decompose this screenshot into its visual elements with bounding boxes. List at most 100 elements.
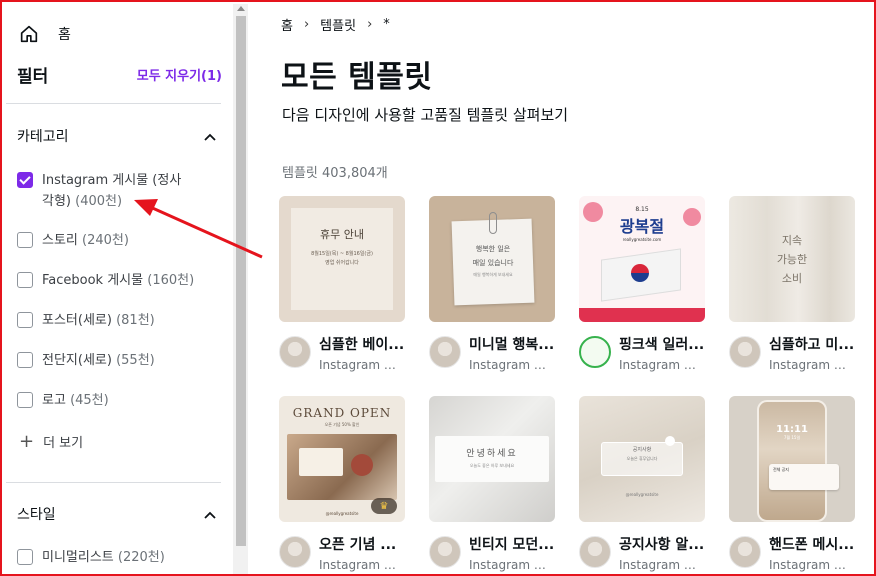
filter-sidebar: 홈 필터 모두 지우기(1) 카테고리 Instagram 게시물 (정사각형)… [4, 4, 233, 574]
divider [6, 482, 221, 483]
creator-avatar[interactable] [279, 336, 311, 368]
thumb-text: reallygreatsite.com [622, 237, 662, 242]
template-thumbnail[interactable]: 행복한 일은 매일 있습니다 매일 행복하게 보내세요 [429, 196, 555, 322]
category-option-instagram[interactable]: Instagram 게시물 (정사각형) (400천) [17, 172, 192, 212]
checkbox[interactable] [17, 549, 33, 565]
creator-avatar[interactable] [579, 336, 611, 368]
template-card[interactable]: 행복한 일은 매일 있습니다 매일 행복하게 보내세요 미니멀 행복... In… [429, 196, 555, 372]
breadcrumb-templates[interactable]: 템플릿 [320, 15, 356, 34]
style-option-minimal[interactable]: 미니멀리스트 (220천) [17, 549, 165, 568]
template-title[interactable]: 심플하고 미... [769, 334, 855, 354]
category-count: (81천) [116, 313, 155, 328]
checkbox[interactable] [17, 312, 33, 328]
thumb-text: 지속 [781, 234, 803, 247]
category-option-flyer[interactable]: 전단지(세로) (55천) [17, 352, 155, 371]
category-option-facebook[interactable]: Facebook 게시물 (160천) [17, 272, 194, 291]
template-title[interactable]: 빈티지 모던... [469, 534, 555, 554]
creator-avatar[interactable] [729, 336, 761, 368]
show-more-label: 더 보기 [43, 436, 84, 451]
page-subtitle: 다음 디자인에 사용할 고품질 템플릿 살펴보기 [282, 106, 569, 124]
category-option-story[interactable]: 스토리 (240천) [17, 232, 129, 251]
style-section-title: 스타일 [17, 507, 56, 523]
scroll-up-arrow-icon[interactable] [237, 6, 245, 11]
thumb-text: 매일 행복하게 보내세요 [473, 272, 513, 277]
creator-avatar[interactable] [279, 536, 311, 568]
template-card[interactable]: 지속 가능한 소비 심플하고 미... Instagram 게... [729, 196, 855, 372]
chevron-right-icon: › [303, 17, 310, 32]
template-card[interactable]: 8.15 광복절 reallygreatsite.com 핑크색 일러... I… [579, 196, 705, 372]
template-type: Instagram 게... [469, 358, 555, 372]
template-type: Instagram 게... [619, 558, 705, 572]
thumb-text: 영업 쉬어갑니다 [325, 260, 359, 266]
home-icon [20, 25, 38, 43]
thumb-text: 소비 [781, 272, 803, 285]
thumb-text: 매일 있습니다 [472, 259, 514, 267]
thumb-text: GRAND OPEN [292, 406, 392, 420]
category-label: 로고 [42, 393, 66, 408]
home-label: 홈 [58, 27, 71, 43]
creator-avatar[interactable] [429, 536, 461, 568]
template-thumbnail[interactable]: 안녕하세요 오늘도 좋은 하루 보내세요 [429, 396, 555, 522]
thumb-text: 휴무 안내 [320, 228, 364, 241]
creator-avatar[interactable] [729, 536, 761, 568]
style-count: (220천) [117, 550, 165, 565]
category-section-title: 카테고리 [17, 129, 69, 145]
thumb-text: 전체 공지 [773, 467, 789, 472]
checkbox[interactable] [17, 232, 33, 248]
template-type: Instagram 게... [769, 358, 855, 372]
thumb-text: @reallygreatsite [625, 492, 659, 497]
bell-icon [665, 436, 675, 446]
template-thumbnail[interactable]: 휴무 안내 8월15일(목) ~ 8월16일(금) 영업 쉬어갑니다 [279, 196, 405, 322]
chevron-up-icon[interactable] [202, 129, 218, 145]
creator-avatar[interactable] [579, 536, 611, 568]
template-card[interactable]: 휴무 안내 8월15일(목) ~ 8월16일(금) 영업 쉬어갑니다 심플한 베… [279, 196, 405, 372]
checkbox[interactable] [17, 392, 33, 408]
checkbox-checked[interactable] [17, 172, 33, 188]
template-thumbnail[interactable]: 지속 가능한 소비 [729, 196, 855, 322]
template-title[interactable]: 오픈 기념 ... [319, 534, 405, 554]
chevron-right-icon: › [367, 17, 373, 32]
breadcrumb-home[interactable]: 홈 [281, 15, 293, 34]
template-card[interactable]: 11:11 7월 15일 전체 공지 핸드폰 메시... Instagram 게… [729, 396, 855, 572]
template-title[interactable]: 핸드폰 메시... [769, 534, 855, 554]
template-type: Instagram 게... [319, 358, 405, 372]
style-label: 미니멀리스트 [42, 550, 114, 565]
thumb-text: 안녕하세요 [466, 449, 518, 459]
phone-mockup [757, 400, 827, 522]
category-option-poster[interactable]: 포스터(세로) (81천) [17, 312, 155, 331]
premium-crown-icon: ♛ [371, 498, 397, 514]
template-thumbnail[interactable]: GRAND OPEN 오픈 기념 50% 할인 @reallygreatsite… [279, 396, 405, 522]
chevron-up-icon[interactable] [202, 507, 218, 523]
breadcrumb-current: * [383, 17, 390, 32]
checkbox[interactable] [17, 352, 33, 368]
template-type: Instagram 게... [619, 358, 705, 372]
template-title[interactable]: 미니멀 행복... [469, 334, 555, 354]
category-count: (160천) [147, 273, 195, 288]
thumb-text: 오늘은 휴무입니다 [626, 456, 658, 461]
template-card[interactable]: 안녕하세요 오늘도 좋은 하루 보내세요 빈티지 모던... Instagram… [429, 396, 555, 572]
plus-icon: + [19, 430, 35, 452]
thumb-text: 가능한 [776, 253, 808, 266]
home-link[interactable]: 홈 [18, 22, 71, 46]
clear-all-button[interactable]: 모두 지우기(1) [137, 65, 222, 84]
scrollbar-thumb[interactable] [236, 16, 246, 546]
template-thumbnail[interactable]: 8.15 광복절 reallygreatsite.com [579, 196, 705, 322]
category-option-logo[interactable]: 로고 (45천) [17, 392, 109, 411]
template-title[interactable]: 핑크색 일러... [619, 334, 705, 354]
thumb-text: 오늘도 좋은 하루 보내세요 [469, 463, 515, 468]
template-thumbnail[interactable]: 11:11 7월 15일 전체 공지 [729, 396, 855, 522]
thumb-text: 8.15 [635, 206, 649, 213]
screenshot-frame: 홈 필터 모두 지우기(1) 카테고리 Instagram 게시물 (정사각형)… [0, 0, 876, 576]
template-thumbnail[interactable]: 공지사항 오늘은 휴무입니다 @reallygreatsite [579, 396, 705, 522]
thumb-text: 11:11 [776, 424, 808, 435]
template-title[interactable]: 공지사항 알... [619, 534, 705, 554]
template-title[interactable]: 심플한 베이... [319, 334, 405, 354]
show-more-button[interactable]: + 더 보기 [19, 432, 83, 451]
thumb-text: 행복한 일은 [475, 245, 511, 253]
category-label: Facebook 게시물 [42, 273, 144, 288]
template-type: Instagram 게... [319, 558, 405, 572]
template-card[interactable]: GRAND OPEN 오픈 기념 50% 할인 @reallygreatsite… [279, 396, 405, 572]
template-card[interactable]: 공지사항 오늘은 휴무입니다 @reallygreatsite 공지사항 알..… [579, 396, 705, 572]
creator-avatar[interactable] [429, 336, 461, 368]
checkbox[interactable] [17, 272, 33, 288]
